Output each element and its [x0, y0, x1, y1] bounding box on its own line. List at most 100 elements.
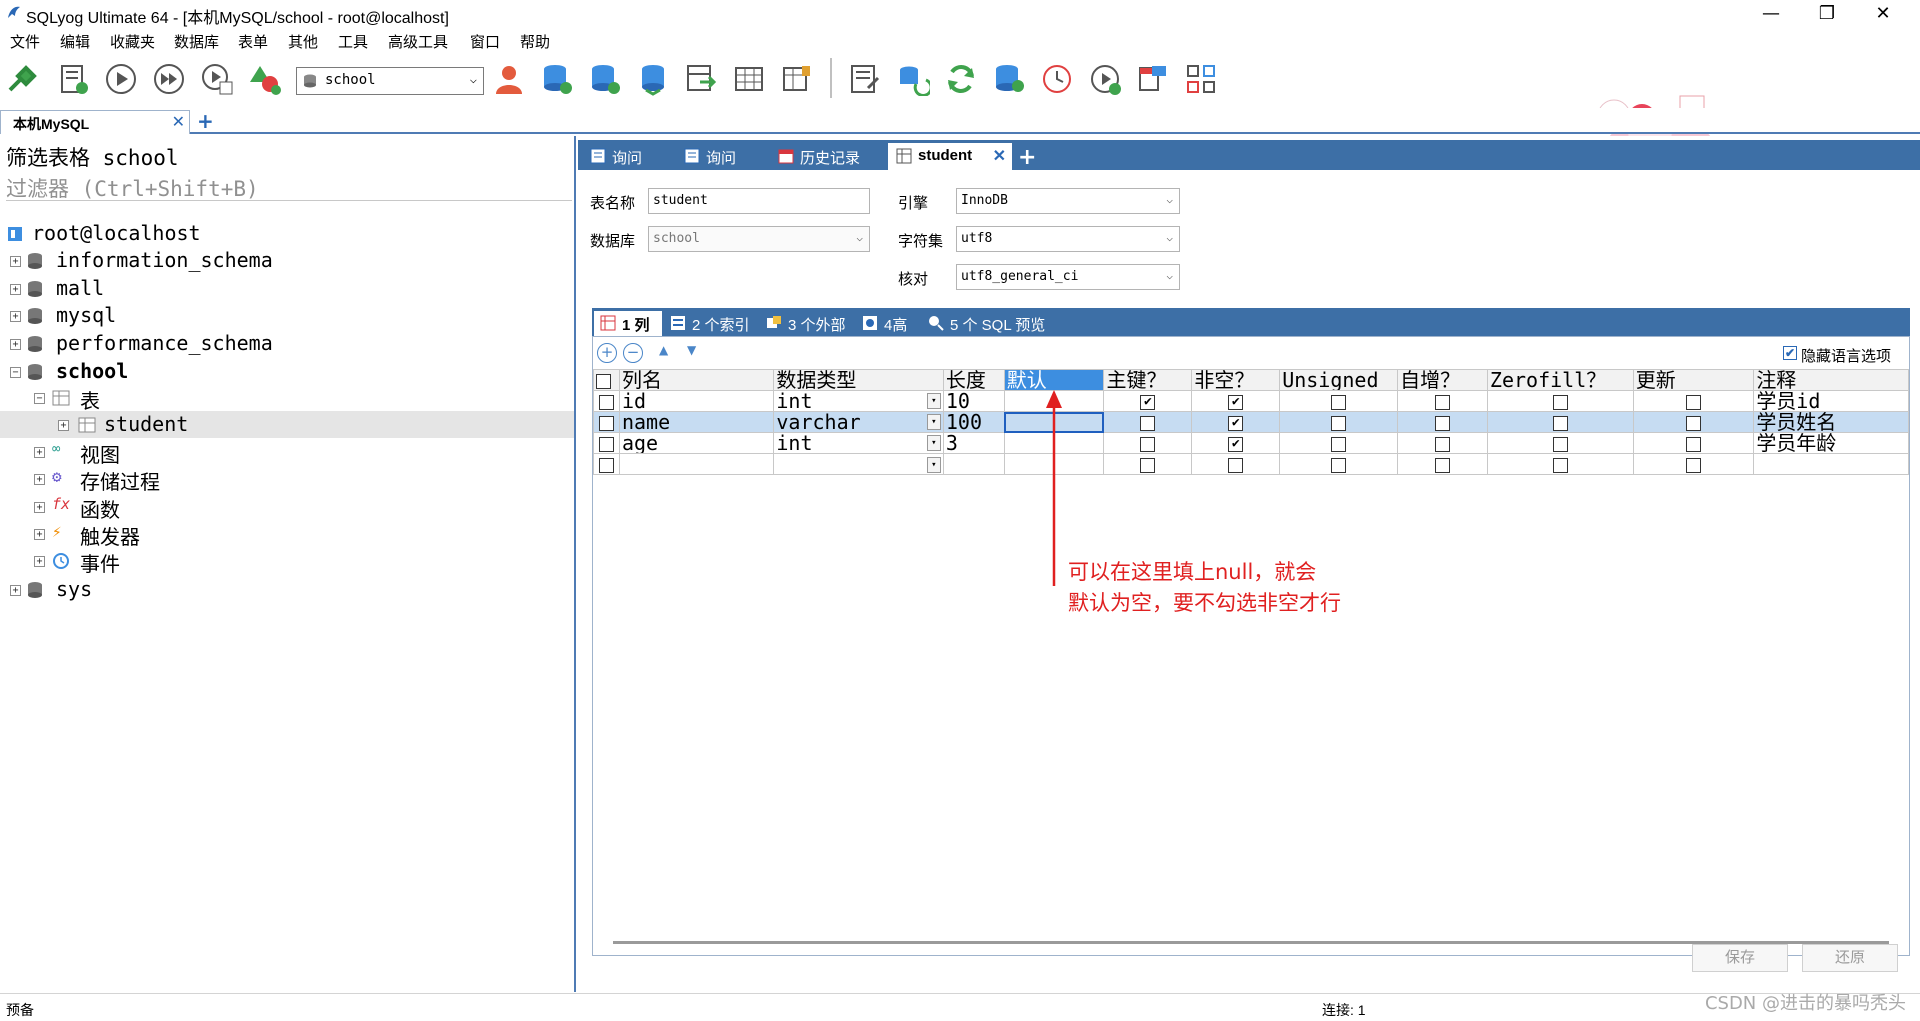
checkbox[interactable]	[1140, 415, 1156, 431]
column-header[interactable]: 更新	[1632, 369, 1755, 391]
dropdown-arrow-icon[interactable]: ▾	[926, 456, 941, 473]
checkbox[interactable]	[1686, 415, 1702, 431]
checkbox[interactable]	[1331, 415, 1347, 431]
checkbox[interactable]	[596, 373, 611, 389]
menu-database[interactable]: 数据库	[174, 31, 219, 52]
database-select[interactable]: school ⌵	[296, 67, 484, 95]
column-header[interactable]: Zerofill？	[1486, 369, 1634, 391]
table-designer-icon[interactable]	[780, 62, 814, 96]
execute-query-icon[interactable]	[104, 62, 138, 96]
column-name-cell[interactable]: name	[618, 411, 775, 433]
save-button[interactable]: 保存	[1692, 944, 1788, 972]
table-row[interactable]: idint ▾10 学员id	[593, 390, 1909, 412]
execute-edit-icon[interactable]	[200, 62, 234, 96]
expand-icon[interactable]: +	[10, 311, 21, 322]
add-row-icon[interactable]: +	[597, 343, 617, 363]
add-connection-tab-button[interactable]: +	[197, 109, 214, 133]
revert-button[interactable]: 还原	[1802, 944, 1898, 972]
checkbox[interactable]	[1435, 415, 1450, 431]
menu-tools[interactable]: 工具	[338, 31, 368, 52]
unsigned-cell[interactable]	[1279, 390, 1399, 412]
tab-query-2[interactable]: 询问	[676, 143, 766, 170]
tree-item-db[interactable]: + mall	[10, 275, 570, 302]
compare-icon[interactable]	[1184, 62, 1218, 96]
tree-item-views[interactable]: + ∞ 视图	[34, 438, 570, 467]
expand-icon[interactable]: +	[34, 474, 45, 485]
row-select-cell[interactable]	[593, 390, 620, 412]
tree-item-procedures[interactable]: + ⚙ 存储过程	[34, 465, 570, 494]
tree-item-db[interactable]: + sys	[10, 576, 570, 603]
row-select-cell[interactable]	[593, 411, 620, 433]
zerofill-cell[interactable]	[1486, 432, 1634, 454]
comment-cell[interactable]: 学员id	[1753, 390, 1909, 412]
length-cell[interactable]	[942, 453, 1005, 475]
expand-icon[interactable]: +	[10, 256, 21, 267]
column-header[interactable]: 主键？	[1103, 369, 1193, 391]
column-header[interactable]: 非空？	[1191, 369, 1281, 391]
checkbox-checked[interactable]	[1140, 394, 1156, 410]
length-cell[interactable]: 3	[942, 432, 1005, 454]
on-update-cell[interactable]	[1632, 453, 1755, 475]
tab-student[interactable]: student ✕	[888, 143, 1012, 170]
connect-icon[interactable]	[6, 62, 40, 96]
zerofill-cell[interactable]	[1486, 390, 1634, 412]
collapse-icon[interactable]: −	[10, 367, 21, 378]
zerofill-cell[interactable]	[1486, 453, 1634, 475]
checkbox[interactable]	[1331, 457, 1347, 473]
data-type-cell[interactable]: varchar ▾	[773, 411, 944, 433]
menu-table[interactable]: 表单	[238, 31, 268, 52]
maximize-button[interactable]: ❐	[1804, 2, 1850, 26]
data-type-cell[interactable]: int ▾	[773, 390, 944, 412]
expand-icon[interactable]: +	[10, 339, 21, 350]
move-down-icon[interactable]: ▼	[687, 343, 696, 357]
checkbox[interactable]	[598, 436, 614, 452]
expand-icon[interactable]: +	[34, 529, 45, 540]
tab-advanced[interactable]: 4高级	[856, 311, 920, 355]
create-database-icon[interactable]	[540, 62, 574, 96]
execute-all-icon[interactable]	[152, 62, 186, 96]
primary-key-cell[interactable]	[1103, 411, 1193, 433]
charset-select[interactable]: utf8 ⌵	[956, 226, 1180, 252]
table-row[interactable]: namevarchar ▾100 学员姓名	[593, 411, 1909, 433]
unsigned-cell[interactable]	[1279, 453, 1399, 475]
checkbox[interactable]	[1686, 457, 1702, 473]
expand-icon[interactable]: +	[34, 502, 45, 513]
length-cell[interactable]: 10	[942, 390, 1005, 412]
connection-tab[interactable]: 本机MySQL ✕	[0, 110, 190, 134]
primary-key-cell[interactable]	[1103, 432, 1193, 454]
checkbox[interactable]	[1552, 457, 1568, 473]
sql-editor-icon[interactable]	[848, 62, 882, 96]
dropdown-arrow-icon[interactable]: ▾	[926, 434, 941, 451]
collapse-icon[interactable]: −	[34, 393, 45, 404]
tree-item-db[interactable]: + information_schema	[10, 247, 570, 274]
column-name-cell[interactable]: age	[618, 432, 775, 454]
tree-item-tables[interactable]: − 表	[34, 384, 570, 413]
checkbox[interactable]	[1686, 436, 1702, 452]
checkbox[interactable]	[1435, 394, 1450, 410]
hide-language-options-toggle[interactable]: ✔ 隐藏语言选项	[1782, 345, 1891, 366]
row-select-cell[interactable]	[593, 432, 620, 454]
checkbox[interactable]	[1552, 436, 1568, 452]
unsigned-cell[interactable]	[1279, 432, 1399, 454]
expand-icon[interactable]: +	[10, 585, 21, 596]
tree-item-table-student[interactable]: + student	[0, 411, 574, 438]
column-header[interactable]: 数据类型	[773, 369, 944, 391]
remove-row-icon[interactable]: −	[623, 343, 643, 363]
column-header[interactable]: 列名	[618, 369, 775, 391]
close-window-button[interactable]: ✕	[1860, 2, 1906, 26]
tab-foreign-keys[interactable]: 3 个外部键	[760, 311, 856, 355]
engine-select[interactable]: InnoDB ⌵	[956, 188, 1180, 214]
tree-item-db[interactable]: + mysql	[10, 302, 570, 329]
copy-database-icon[interactable]	[992, 62, 1026, 96]
menu-edit[interactable]: 编辑	[60, 31, 90, 52]
checkbox[interactable]	[598, 457, 614, 473]
data-type-cell[interactable]: int ▾	[773, 432, 944, 454]
table-row[interactable]: ageint ▾3 学员年龄	[593, 432, 1909, 454]
comment-cell[interactable]	[1753, 453, 1909, 475]
sync-database-icon[interactable]	[896, 62, 930, 96]
close-tab-icon[interactable]: ✕	[172, 112, 185, 131]
scheduler-icon[interactable]	[1040, 62, 1074, 96]
zerofill-cell[interactable]	[1486, 411, 1634, 433]
checkbox[interactable]	[598, 415, 614, 431]
auto-increment-cell[interactable]	[1397, 411, 1488, 433]
